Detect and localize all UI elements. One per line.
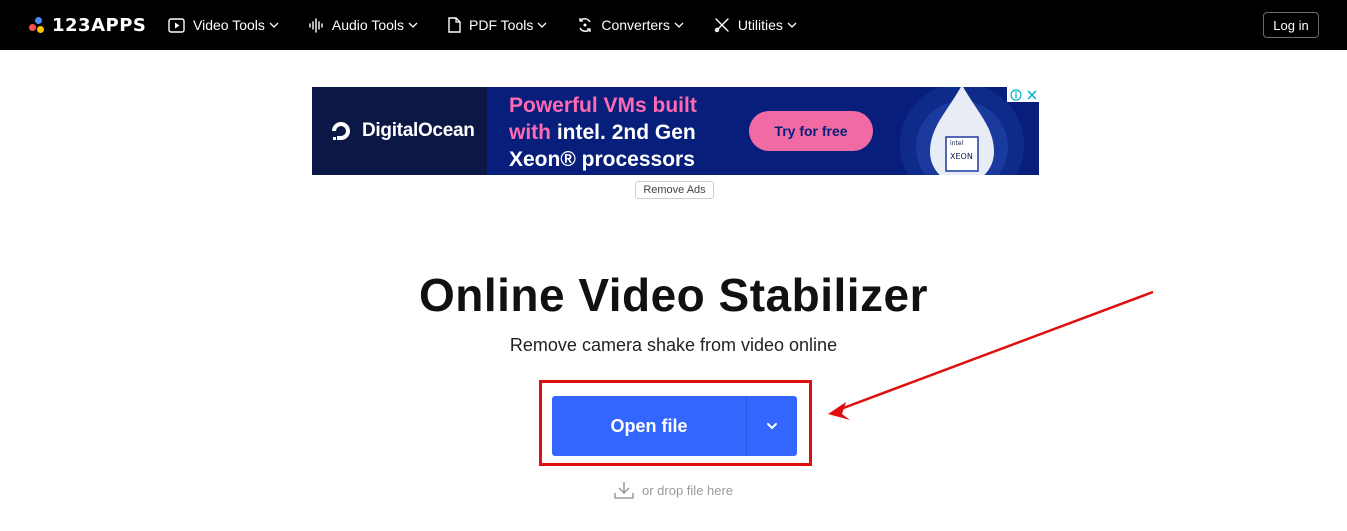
ad-try-free-button[interactable]: Try for free xyxy=(749,111,873,151)
drop-file-hint: or drop file here xyxy=(614,480,733,500)
open-file-dropdown-button[interactable] xyxy=(747,396,797,456)
chevron-down-icon xyxy=(269,22,279,28)
document-icon xyxy=(448,17,461,33)
ad-headline-with: with xyxy=(509,121,551,144)
nav-pdf-tools[interactable]: PDF Tools xyxy=(448,17,547,33)
nav-label: Audio Tools xyxy=(331,17,405,33)
remove-ads-button[interactable]: Remove Ads xyxy=(635,181,714,199)
chevron-down-icon xyxy=(767,423,777,430)
nav-label: Converters xyxy=(601,17,670,33)
open-file-button[interactable]: Open file xyxy=(552,396,746,456)
logo-text: 123APPS xyxy=(52,14,147,36)
nav-utilities[interactable]: Utilities xyxy=(714,17,797,33)
ad-choices[interactable] xyxy=(1007,87,1039,102)
login-button[interactable]: Log in xyxy=(1263,12,1319,38)
digitalocean-logo-icon xyxy=(332,122,350,140)
top-navigation-bar: 123APPS Video Tools Audio Tools PDF Tool… xyxy=(0,0,1347,50)
ad-headline-line-2: 2nd Gen xyxy=(611,121,696,144)
info-icon[interactable] xyxy=(1009,88,1022,101)
play-icon xyxy=(168,17,185,33)
site-logo[interactable]: 123APPS xyxy=(29,14,146,36)
xeon-chip-name: XEON xyxy=(950,152,973,161)
xeon-chip-brand: intel xyxy=(950,140,964,147)
close-icon[interactable] xyxy=(1026,89,1037,100)
open-file-button-group[interactable]: Open file xyxy=(552,396,797,456)
ad-brand-name: DigitalOcean xyxy=(362,120,475,141)
page-title: Online Video Stabilizer xyxy=(418,269,929,321)
main-nav: Video Tools Audio Tools PDF Tools Conver… xyxy=(168,0,827,50)
ad-headline-intel: intel. xyxy=(556,121,606,144)
nav-audio-tools[interactable]: Audio Tools xyxy=(309,17,418,33)
refresh-icon xyxy=(579,18,591,32)
chevron-down-icon xyxy=(537,22,547,28)
ad-headline-line-1: Powerful VMs built xyxy=(509,94,697,117)
waveform-icon xyxy=(309,17,323,33)
ad-message-panel: Powerful VMs built with intel. 2nd Gen X… xyxy=(487,87,1039,175)
nav-video-tools[interactable]: Video Tools xyxy=(168,17,279,33)
chevron-down-icon xyxy=(674,22,684,28)
ad-brand-panel: DigitalOcean xyxy=(312,87,487,175)
page-subtitle: Remove camera shake from video online xyxy=(509,335,838,355)
nav-label: Video Tools xyxy=(193,17,265,33)
nav-converters[interactable]: Converters xyxy=(577,17,684,33)
nav-label: PDF Tools xyxy=(469,17,534,33)
ad-headline: Powerful VMs built with intel. 2nd Gen X… xyxy=(509,92,769,173)
logo-dots-icon xyxy=(29,15,49,35)
chevron-down-icon xyxy=(408,22,418,28)
tools-icon xyxy=(714,18,729,33)
nav-label: Utilities xyxy=(737,17,783,33)
chevron-down-icon xyxy=(787,22,797,28)
advertisement-banner[interactable]: DigitalOcean Powerful VMs built with int… xyxy=(312,87,1039,175)
drop-hint-text: or drop file here xyxy=(642,482,734,498)
download-icon xyxy=(614,482,634,499)
ad-headline-line-3: Xeon® processors xyxy=(509,148,695,171)
